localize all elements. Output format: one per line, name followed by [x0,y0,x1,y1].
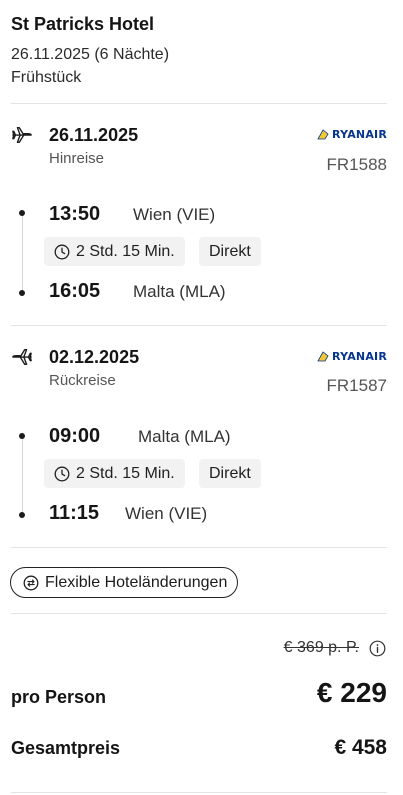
arrival-time: 11:15 [49,502,100,524]
stops-chip: Direkt [199,459,261,488]
departure-place: Malta (MLA) [138,427,231,446]
total-label: Gesamtpreis [11,738,121,758]
duration-text: 2 Std. 15 Min. [76,242,175,260]
airline-name: RYANAIR [332,349,387,363]
outbound-direction: Hinreise [49,150,105,167]
arrival-place: Malta (MLA) [133,282,226,301]
old-price: € 369 p. P. [283,639,359,656]
stops-chip: Direkt [199,237,261,266]
divider [11,103,387,104]
info-icon[interactable] [369,640,386,657]
divider [11,547,387,548]
departure-place: Wien (VIE) [133,205,216,224]
departure-time: 09:00 [49,425,101,447]
clock-icon [54,466,70,481]
outbound-date: 26.11.2025 [49,125,139,145]
flight-number: FR1588 [326,155,387,174]
flight-number: FR1587 [326,376,387,395]
arrival-dot [19,512,25,518]
harp-icon [317,128,329,139]
airline-name: RYANAIR [332,127,387,141]
plane-departure-icon [12,126,32,144]
arrival-time: 16:05 [49,280,101,302]
duration-chip: 2 Std. 15 Min. [44,459,185,488]
hotel-summary: St Patricks Hotel 26.11.2025 (6 Nächte) … [11,12,391,89]
total-price: € 458 [334,736,387,759]
divider [11,792,387,793]
hotel-dates: 26.11.2025 (6 Nächte) [11,46,170,63]
duration-text: 2 Std. 15 Min. [76,464,175,482]
departure-dot [19,210,25,216]
per-person-label: pro Person [11,687,107,707]
return-date: 02.12.2025 [49,347,140,367]
return-direction: Rückreise [49,372,116,389]
hotel-name: St Patricks Hotel [11,14,155,34]
timeline-line [22,214,23,290]
departure-time: 13:50 [49,203,101,225]
plane-arrival-icon [12,348,32,366]
airline-logo: RYANAIR [317,127,387,141]
stops-text: Direkt [209,464,251,482]
stops-text: Direkt [209,242,251,260]
airline-logo: RYANAIR [317,349,387,363]
timeline-line [22,436,23,514]
divider [11,325,387,326]
divider [11,613,387,614]
duration-chip: 2 Std. 15 Min. [44,237,185,266]
swap-circle-icon [23,575,39,590]
hotel-board: Frühstück [11,69,82,86]
flexible-hotel-changes-label: Flexible Hoteländerungen [45,573,228,591]
per-person-price: € 229 [316,677,387,708]
clock-icon [54,244,70,259]
arrival-place: Wien (VIE) [125,504,208,523]
departure-dot [19,433,25,439]
harp-icon [317,350,329,361]
flexible-hotel-changes-button[interactable]: Flexible Hoteländerungen [10,567,239,598]
arrival-dot [19,290,25,296]
